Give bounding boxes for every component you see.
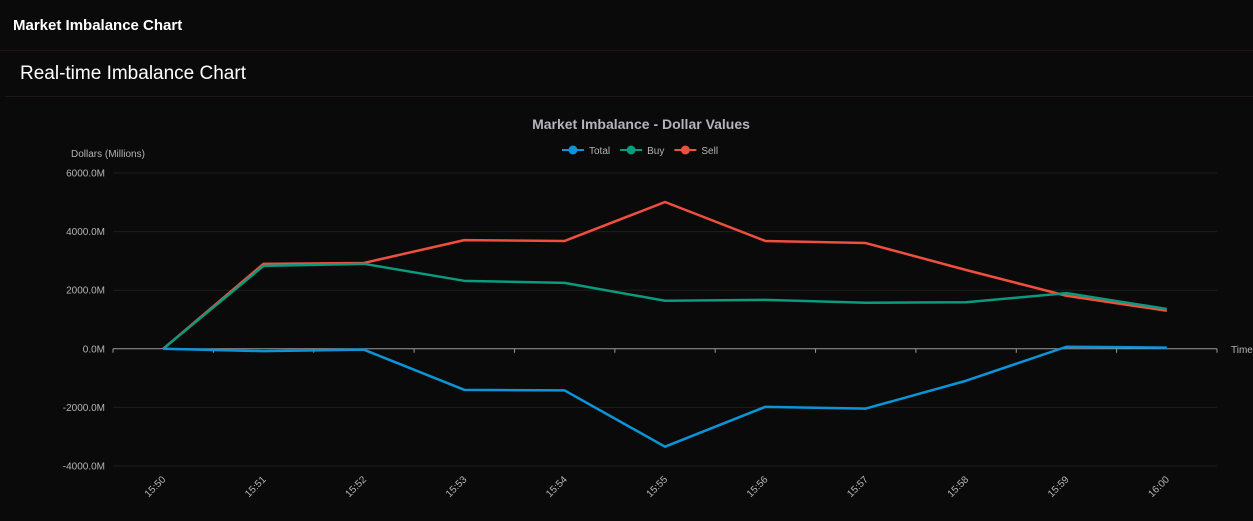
series-line-buy [162,262,1168,350]
y-axis-label: Dollars (Millions) [71,149,145,160]
x-tick-label: 15:58 [946,474,972,500]
x-tick-label: 15:57 [845,474,871,500]
legend-label-total: Total [589,146,610,157]
x-tick-label: 15:52 [344,474,370,500]
y-tick-label: -4000.0M [63,462,105,473]
x-tick-label: 15:59 [1046,474,1072,500]
y-tick-label: 6000.0M [66,169,105,180]
y-tick-label: 4000.0M [66,227,105,238]
series-line-total [163,345,1167,448]
chart-title: Market Imbalance - Dollar Values [532,116,750,132]
x-tick-label: 15:56 [745,474,771,500]
imbalance-line-chart: Market Imbalance - Dollar Values Dollars… [63,116,1253,500]
x-tick-label: 15:54 [544,474,570,500]
series-line-sell [162,200,1168,350]
x-tick-label: 16:00 [1146,474,1172,500]
x-tick-label: 15:53 [444,474,470,500]
y-tick-label: -2000.0M [63,403,105,414]
x-axis-label: Time [1231,345,1253,356]
legend-marker-buy [626,145,636,155]
legend-marker-sell [680,145,690,155]
x-tick-label: 15:50 [143,474,169,500]
legend-marker-total [568,145,578,155]
y-tick-label: 0.0M [83,344,105,355]
x-tick-label: 15:51 [243,474,269,500]
legend-label-sell: Sell [701,146,718,157]
x-tick-label: 15:55 [645,474,671,500]
y-tick-label: 2000.0M [66,286,105,297]
legend-label-buy: Buy [647,146,664,157]
